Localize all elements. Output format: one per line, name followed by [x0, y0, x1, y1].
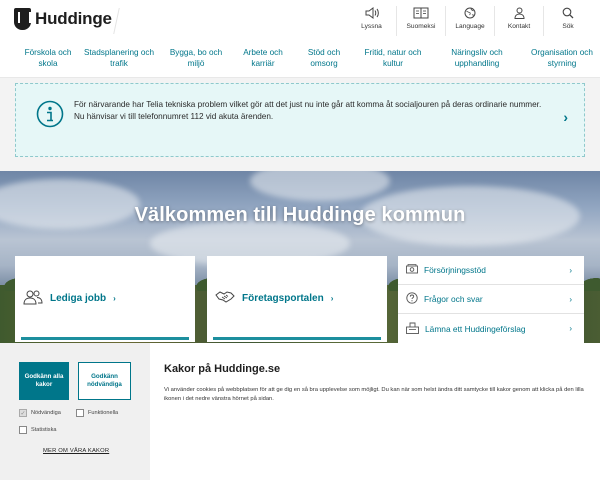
card-lediga-jobb[interactable]: Lediga jobb › — [15, 256, 195, 342]
checkbox-label: Statistiska — [31, 427, 57, 433]
alert-banner[interactable]: För närvarande har Telia tekniska proble… — [15, 83, 585, 157]
checkbox-icon — [19, 426, 27, 434]
chevron-right-icon[interactable]: › — [563, 109, 568, 125]
card-link[interactable]: Företagsportalen › — [215, 289, 333, 308]
tool-kontakt[interactable]: Kontakt — [494, 6, 543, 36]
checkbox-icon — [76, 409, 84, 417]
accept-all-cookies-button[interactable]: Godkänn alla kakor — [19, 362, 69, 400]
tool-label: Suomeksi — [406, 23, 436, 30]
cookie-title: Kakor på Huddinge.se — [164, 363, 281, 375]
tool-lyssna[interactable]: Lyssna — [347, 6, 396, 36]
more-about-cookies-link[interactable]: MER OM VÅRA KAKOR — [43, 448, 109, 454]
nav-item-bygga[interactable]: Bygga, bo och miljö — [164, 42, 228, 77]
speaker-icon — [365, 6, 379, 20]
alert-text: För närvarande har Telia tekniska proble… — [74, 100, 542, 121]
card-accent-bar — [21, 337, 189, 340]
checkbox-funktionella[interactable]: Funktionella — [76, 409, 118, 417]
tool-sok[interactable]: Sök — [543, 6, 592, 36]
accept-necessary-cookies-button[interactable]: Godkänn nödvändiga — [78, 362, 131, 400]
nav-item-naringsliv[interactable]: Näringsliv och upphandling — [440, 42, 514, 77]
handshake-icon — [215, 289, 235, 308]
book-icon — [413, 6, 429, 20]
hero-title: Välkommen till Huddinge kommun — [134, 204, 466, 226]
quick-link-label: Frågor och svar — [424, 294, 483, 304]
chevron-right-icon: › — [113, 294, 116, 303]
tool-label: Language — [455, 23, 485, 30]
tool-suomeksi[interactable]: Suomeksi — [396, 6, 445, 36]
tool-label: Kontakt — [507, 23, 531, 30]
quick-link-fragor[interactable]: Frågor och svar › — [398, 285, 584, 314]
chevron-right-icon: › — [569, 324, 572, 333]
checkbox-nodvandiga[interactable]: ✓ Nödvändiga — [19, 409, 61, 417]
quick-link-forsorjningsstod[interactable]: Försörjningsstöd › — [398, 256, 584, 285]
ballot-icon — [406, 322, 419, 336]
quick-link-huddingeforslag[interactable]: Lämna ett Huddingeförslag › — [398, 314, 584, 343]
quick-links: Försörjningsstöd › Frågor och svar › Läm… — [398, 256, 584, 343]
money-icon — [406, 263, 418, 277]
info-icon — [36, 100, 64, 128]
tool-label: Lyssna — [361, 23, 382, 30]
cloud — [250, 171, 390, 201]
main-nav: Förskola och skola Stadsplanering och tr… — [0, 42, 600, 78]
checkbox-checked-icon: ✓ — [19, 409, 27, 417]
logo-text: Huddinge — [35, 9, 112, 28]
nav-item-organisation[interactable]: Organisation och styrning — [526, 42, 598, 77]
logo[interactable]: Huddinge — [14, 8, 112, 30]
person-icon — [513, 6, 525, 20]
card-foretagsportalen[interactable]: Företagsportalen › — [207, 256, 387, 342]
tool-language[interactable]: Language — [445, 6, 494, 36]
site-header: Huddinge Lyssna Suomeksi Language Kontak… — [0, 0, 600, 42]
nav-item-forskola[interactable]: Förskola och skola — [18, 42, 78, 77]
checkbox-statistiska[interactable]: Statistiska — [19, 426, 57, 434]
header-divider — [113, 8, 120, 34]
chevron-right-icon: › — [569, 294, 572, 304]
nav-item-arbete[interactable]: Arbete och karriär — [238, 42, 288, 77]
checkbox-label: Funktionella — [88, 410, 119, 416]
quick-link-label: Lämna ett Huddingeförslag — [425, 323, 526, 334]
card-accent-bar — [213, 337, 381, 340]
checkbox-label: Nödvändiga — [31, 410, 61, 416]
nav-item-fritid[interactable]: Fritid, natur och kultur — [360, 42, 426, 77]
question-icon — [406, 292, 418, 306]
header-tools: Lyssna Suomeksi Language Kontakt Sök — [347, 6, 592, 36]
chevron-right-icon: › — [569, 265, 572, 275]
card-label: Lediga jobb — [50, 293, 107, 304]
quick-link-label: Försörjningsstöd — [424, 265, 486, 275]
tool-label: Sök — [562, 23, 574, 30]
globe-icon — [464, 6, 476, 20]
people-icon — [23, 289, 43, 308]
chevron-right-icon: › — [330, 294, 334, 303]
search-icon — [562, 6, 574, 20]
nav-item-stod[interactable]: Stöd och omsorg — [302, 42, 346, 77]
cookie-text: Vi använder cookies på webbplatsen för a… — [164, 387, 584, 402]
crest-icon — [14, 8, 31, 30]
card-label: Företagsportalen — [242, 293, 324, 304]
card-link[interactable]: Lediga jobb › — [23, 289, 116, 308]
nav-item-stadsplanering[interactable]: Stadsplanering och trafik — [80, 42, 158, 77]
